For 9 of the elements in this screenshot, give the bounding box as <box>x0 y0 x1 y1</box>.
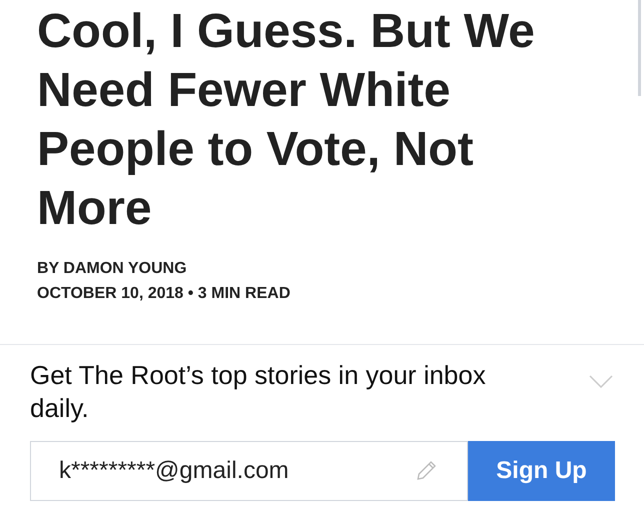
author-byline: BY DAMON YOUNG <box>37 259 188 279</box>
pencil-icon[interactable] <box>414 459 438 483</box>
sign-up-button[interactable]: Sign Up <box>468 441 615 501</box>
article-date: OCTOBER 10, 2018 • 3 MIN READ <box>37 284 292 304</box>
newsletter-prompt: Get The Root’s top stories in your inbox daily. <box>30 359 487 425</box>
article-headline: Cool, I Guess. But We Need Fewer White People to Vote, Not More <box>37 4 536 237</box>
email-field[interactable]: k*********@gmail.com <box>30 441 468 501</box>
scrollbar[interactable] <box>638 0 641 96</box>
chevron-down-icon[interactable] <box>589 375 613 388</box>
